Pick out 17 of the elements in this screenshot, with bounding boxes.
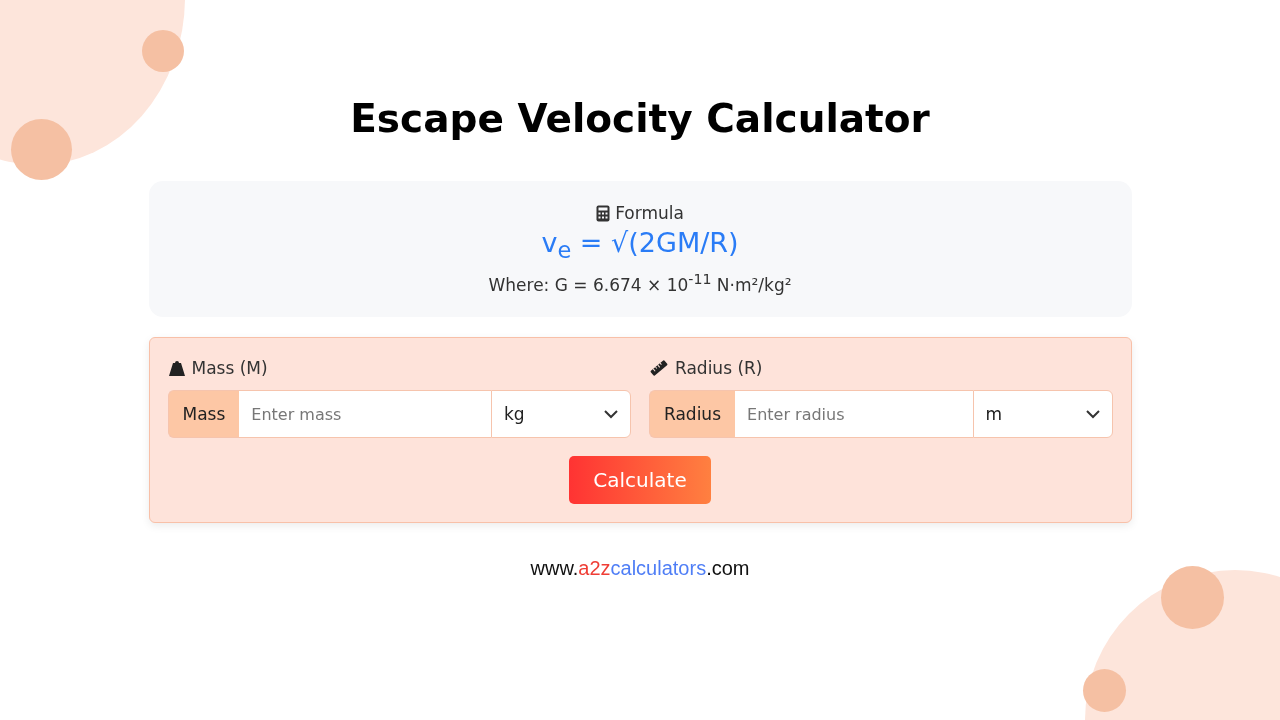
input-prefix: Mass [167,390,240,439]
website-url: www.a2zcalculators.com [530,557,750,581]
calculator-icon [596,204,611,222]
weight-icon [167,359,186,378]
page-title: Escape Velocity Calculator [350,96,930,141]
unit-dropdown[interactable]: kg [491,390,631,439]
field-label: Mass (M) [191,358,268,379]
unit-dropdown[interactable]: m [972,390,1113,439]
chevron-down-icon [1085,409,1100,419]
formula-note: Where: G = 6.674 × 10$^{-11}$ N·m²/kg² [488,271,792,296]
formula-heading: Formula [615,203,684,223]
field-label: Radius (R) [675,358,763,379]
input-field[interactable]: Enter radius [735,390,973,439]
input-prefix: Radius [649,390,735,439]
input-field[interactable]: Enter mass [239,390,491,439]
chevron-down-icon [604,409,618,419]
formula-expression: v$_{e}$ = √(2GM/R) [541,227,739,264]
